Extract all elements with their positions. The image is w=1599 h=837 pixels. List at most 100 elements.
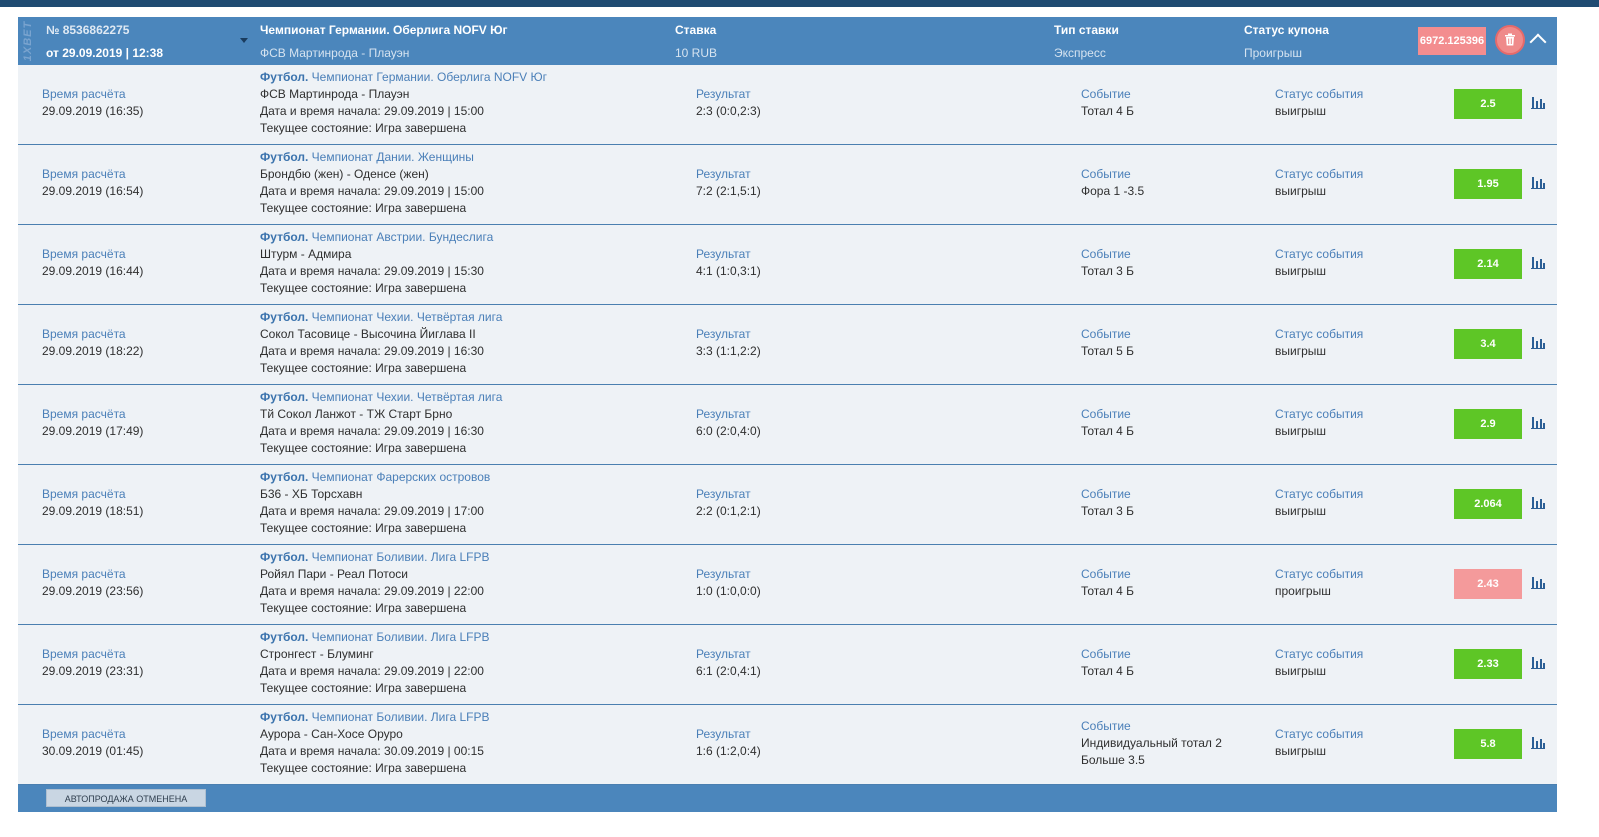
sport-name: Футбол.	[260, 70, 309, 84]
stats-icon[interactable]	[1531, 336, 1545, 349]
result-label: Результат	[696, 327, 751, 341]
championship-name[interactable]: Чемпионат Дании. Женщины	[308, 150, 474, 164]
championship-name[interactable]: Чемпионат Фарерских островов	[308, 470, 491, 484]
event-status: Статус события выигрыш	[1275, 486, 1363, 520]
match-teams[interactable]: ФСВ Мартинрода - Плауэн	[260, 86, 547, 103]
match-result: Результат 1:6 (1:2,0:4)	[696, 726, 761, 760]
championship-name[interactable]: Чемпионат Чехии. Четвёртая лига	[308, 310, 503, 324]
event-label: Событие	[1081, 647, 1131, 661]
calc-time-label: Время расчёта	[42, 247, 126, 261]
event-status-label: Статус события	[1275, 87, 1364, 101]
match-teams[interactable]: Аурора - Сан-Хосе Оруро	[260, 726, 490, 743]
match-info: Футбол. Чемпионат Боливии. Лига LFPB Аур…	[260, 709, 490, 777]
event-label: Событие	[1081, 567, 1131, 581]
calc-time: Время расчёта 29.09.2019 (23:56)	[42, 566, 143, 600]
bet-type-label: Тип ставки	[1054, 23, 1119, 37]
event-status-value: выигрыш	[1275, 264, 1327, 278]
match-start: Дата и время начала: 29.09.2019 | 15:00	[260, 104, 484, 118]
event-row: Время расчёта 29.09.2019 (17:49) Футбол.…	[18, 385, 1557, 465]
odds-badge: 3.4	[1454, 329, 1522, 359]
match-state: Текущее состояние: Игра завершена	[260, 521, 467, 535]
stats-icon[interactable]	[1531, 176, 1545, 189]
match-teams[interactable]: Б36 - ХБ Торсхавн	[260, 486, 490, 503]
match-info: Футбол. Чемпионат Боливии. Лига LFPB Стр…	[260, 629, 490, 697]
odds-badge: 2.14	[1454, 249, 1522, 279]
match-start: Дата и время начала: 29.09.2019 | 16:30	[260, 344, 484, 358]
expand-caret-icon[interactable]	[240, 38, 248, 43]
event-row: Время расчёта 29.09.2019 (16:44) Футбол.…	[18, 225, 1557, 305]
top-strip	[0, 0, 1599, 7]
match-result: Результат 7:2 (2:1,5:1)	[696, 166, 761, 200]
match-start: Дата и время начала: 29.09.2019 | 17:00	[260, 504, 484, 518]
match-teams[interactable]: Сокол Тасовице - Высочина Йиглава II	[260, 326, 502, 343]
result-label: Результат	[696, 247, 751, 261]
match-teams[interactable]: Штурм - Адмира	[260, 246, 493, 263]
championship-name[interactable]: Чемпионат Чехии. Четвёртая лига	[308, 390, 503, 404]
calc-time-value: 29.09.2019 (23:31)	[42, 664, 144, 678]
event-row: Время расчёта 29.09.2019 (18:51) Футбол.…	[18, 465, 1557, 545]
calc-time-value: 30.09.2019 (01:45)	[42, 744, 144, 758]
event-row: Время расчёта 29.09.2019 (16:35) Футбол.…	[18, 65, 1557, 145]
championship-name[interactable]: Чемпионат Боливии. Лига LFPB	[308, 710, 490, 724]
calc-time-label: Время расчёта	[42, 487, 126, 501]
event-row: Время расчёта 29.09.2019 (23:56) Футбол.…	[18, 545, 1557, 625]
stats-icon[interactable]	[1531, 496, 1545, 509]
match-result: Результат 4:1 (1:0,3:1)	[696, 246, 761, 280]
stats-icon[interactable]	[1531, 256, 1545, 269]
match-state: Текущее состояние: Игра завершена	[260, 361, 467, 375]
calc-time-label: Время расчёта	[42, 167, 126, 181]
match-info: Футбол. Чемпионат Германии. Оберлига NOF…	[260, 69, 547, 137]
event-label: Событие	[1081, 487, 1131, 501]
bet-event: Событие Фора 1 -3.5	[1081, 166, 1144, 200]
delete-coupon-button[interactable]	[1495, 25, 1525, 55]
event-status-label: Статус события	[1275, 567, 1364, 581]
championship-name[interactable]: Чемпионат Германии. Оберлига NOFV Юг	[308, 70, 547, 84]
match-result: Результат 1:0 (1:0,0:0)	[696, 566, 761, 600]
championship-name[interactable]: Чемпионат Боливии. Лига LFPB	[308, 630, 490, 644]
result-label: Результат	[696, 647, 751, 661]
stats-icon[interactable]	[1531, 576, 1545, 589]
event-label: Событие	[1081, 87, 1131, 101]
stats-icon[interactable]	[1531, 736, 1545, 749]
stats-icon[interactable]	[1531, 96, 1545, 109]
match-state: Текущее состояние: Игра завершена	[260, 601, 467, 615]
calc-time: Время расчёта 29.09.2019 (16:35)	[42, 86, 143, 120]
autosale-cancelled-button[interactable]: АВТОПРОДАЖА ОТМЕНЕНА	[46, 789, 206, 807]
stats-icon[interactable]	[1531, 656, 1545, 669]
match-result: Результат 6:1 (2:0,4:1)	[696, 646, 761, 680]
event-value-extra: Больше 3.5	[1081, 753, 1145, 767]
match-teams[interactable]: Брондбю (жен) - Оденсе (жен)	[260, 166, 484, 183]
calc-time: Время расчёта 29.09.2019 (16:44)	[42, 246, 143, 280]
championship-name[interactable]: Чемпионат Австрии. Бундеслига	[308, 230, 494, 244]
championship-name[interactable]: Чемпионат Боливии. Лига LFPB	[308, 550, 490, 564]
coupon-status-value: Проигрыш	[1244, 46, 1302, 60]
event-value: Индивидуальный тотал 2	[1081, 736, 1222, 750]
match-teams[interactable]: Ройял Пари - Реал Потоси	[260, 566, 490, 583]
coupon-header[interactable]: 1XBET № 8536862275 от 29.09.2019 | 12:38…	[18, 17, 1557, 65]
match-teams[interactable]: Тй Сокол Ланжот - ТЖ Старт Брно	[260, 406, 502, 423]
match-info: Футбол. Чемпионат Фарерских островов Б36…	[260, 469, 490, 537]
event-status-label: Статус события	[1275, 247, 1364, 261]
odds-badge: 2.43	[1454, 569, 1522, 599]
calc-time-value: 29.09.2019 (16:54)	[42, 184, 144, 198]
coupon-date: от 29.09.2019 | 12:38	[46, 46, 164, 60]
coupon-match: ФСВ Мартинрода - Плауэн	[260, 46, 410, 60]
event-status: Статус события выигрыш	[1275, 246, 1363, 280]
event-status: Статус события выигрыш	[1275, 326, 1363, 360]
match-start: Дата и время начала: 29.09.2019 | 16:30	[260, 424, 484, 438]
stats-icon[interactable]	[1531, 416, 1545, 429]
match-start: Дата и время начала: 29.09.2019 | 15:30	[260, 264, 484, 278]
event-status-value: выигрыш	[1275, 184, 1327, 198]
match-teams[interactable]: Стронгест - Блуминг	[260, 646, 490, 663]
chevron-up-icon[interactable]	[1529, 33, 1547, 51]
event-status-label: Статус события	[1275, 167, 1364, 181]
match-info: Футбол. Чемпионат Чехии. Четвёртая лига …	[260, 389, 502, 457]
result-value: 6:0 (2:0,4:0)	[696, 424, 761, 438]
sport-name: Футбол.	[260, 230, 309, 244]
match-start: Дата и время начала: 29.09.2019 | 22:00	[260, 664, 484, 678]
event-status-value: выигрыш	[1275, 744, 1327, 758]
event-label: Событие	[1081, 407, 1131, 421]
coupon-stake: Ставка 10 RUB	[675, 21, 717, 62]
event-value: Фора 1 -3.5	[1081, 184, 1145, 198]
match-info: Футбол. Чемпионат Чехии. Четвёртая лига …	[260, 309, 502, 377]
